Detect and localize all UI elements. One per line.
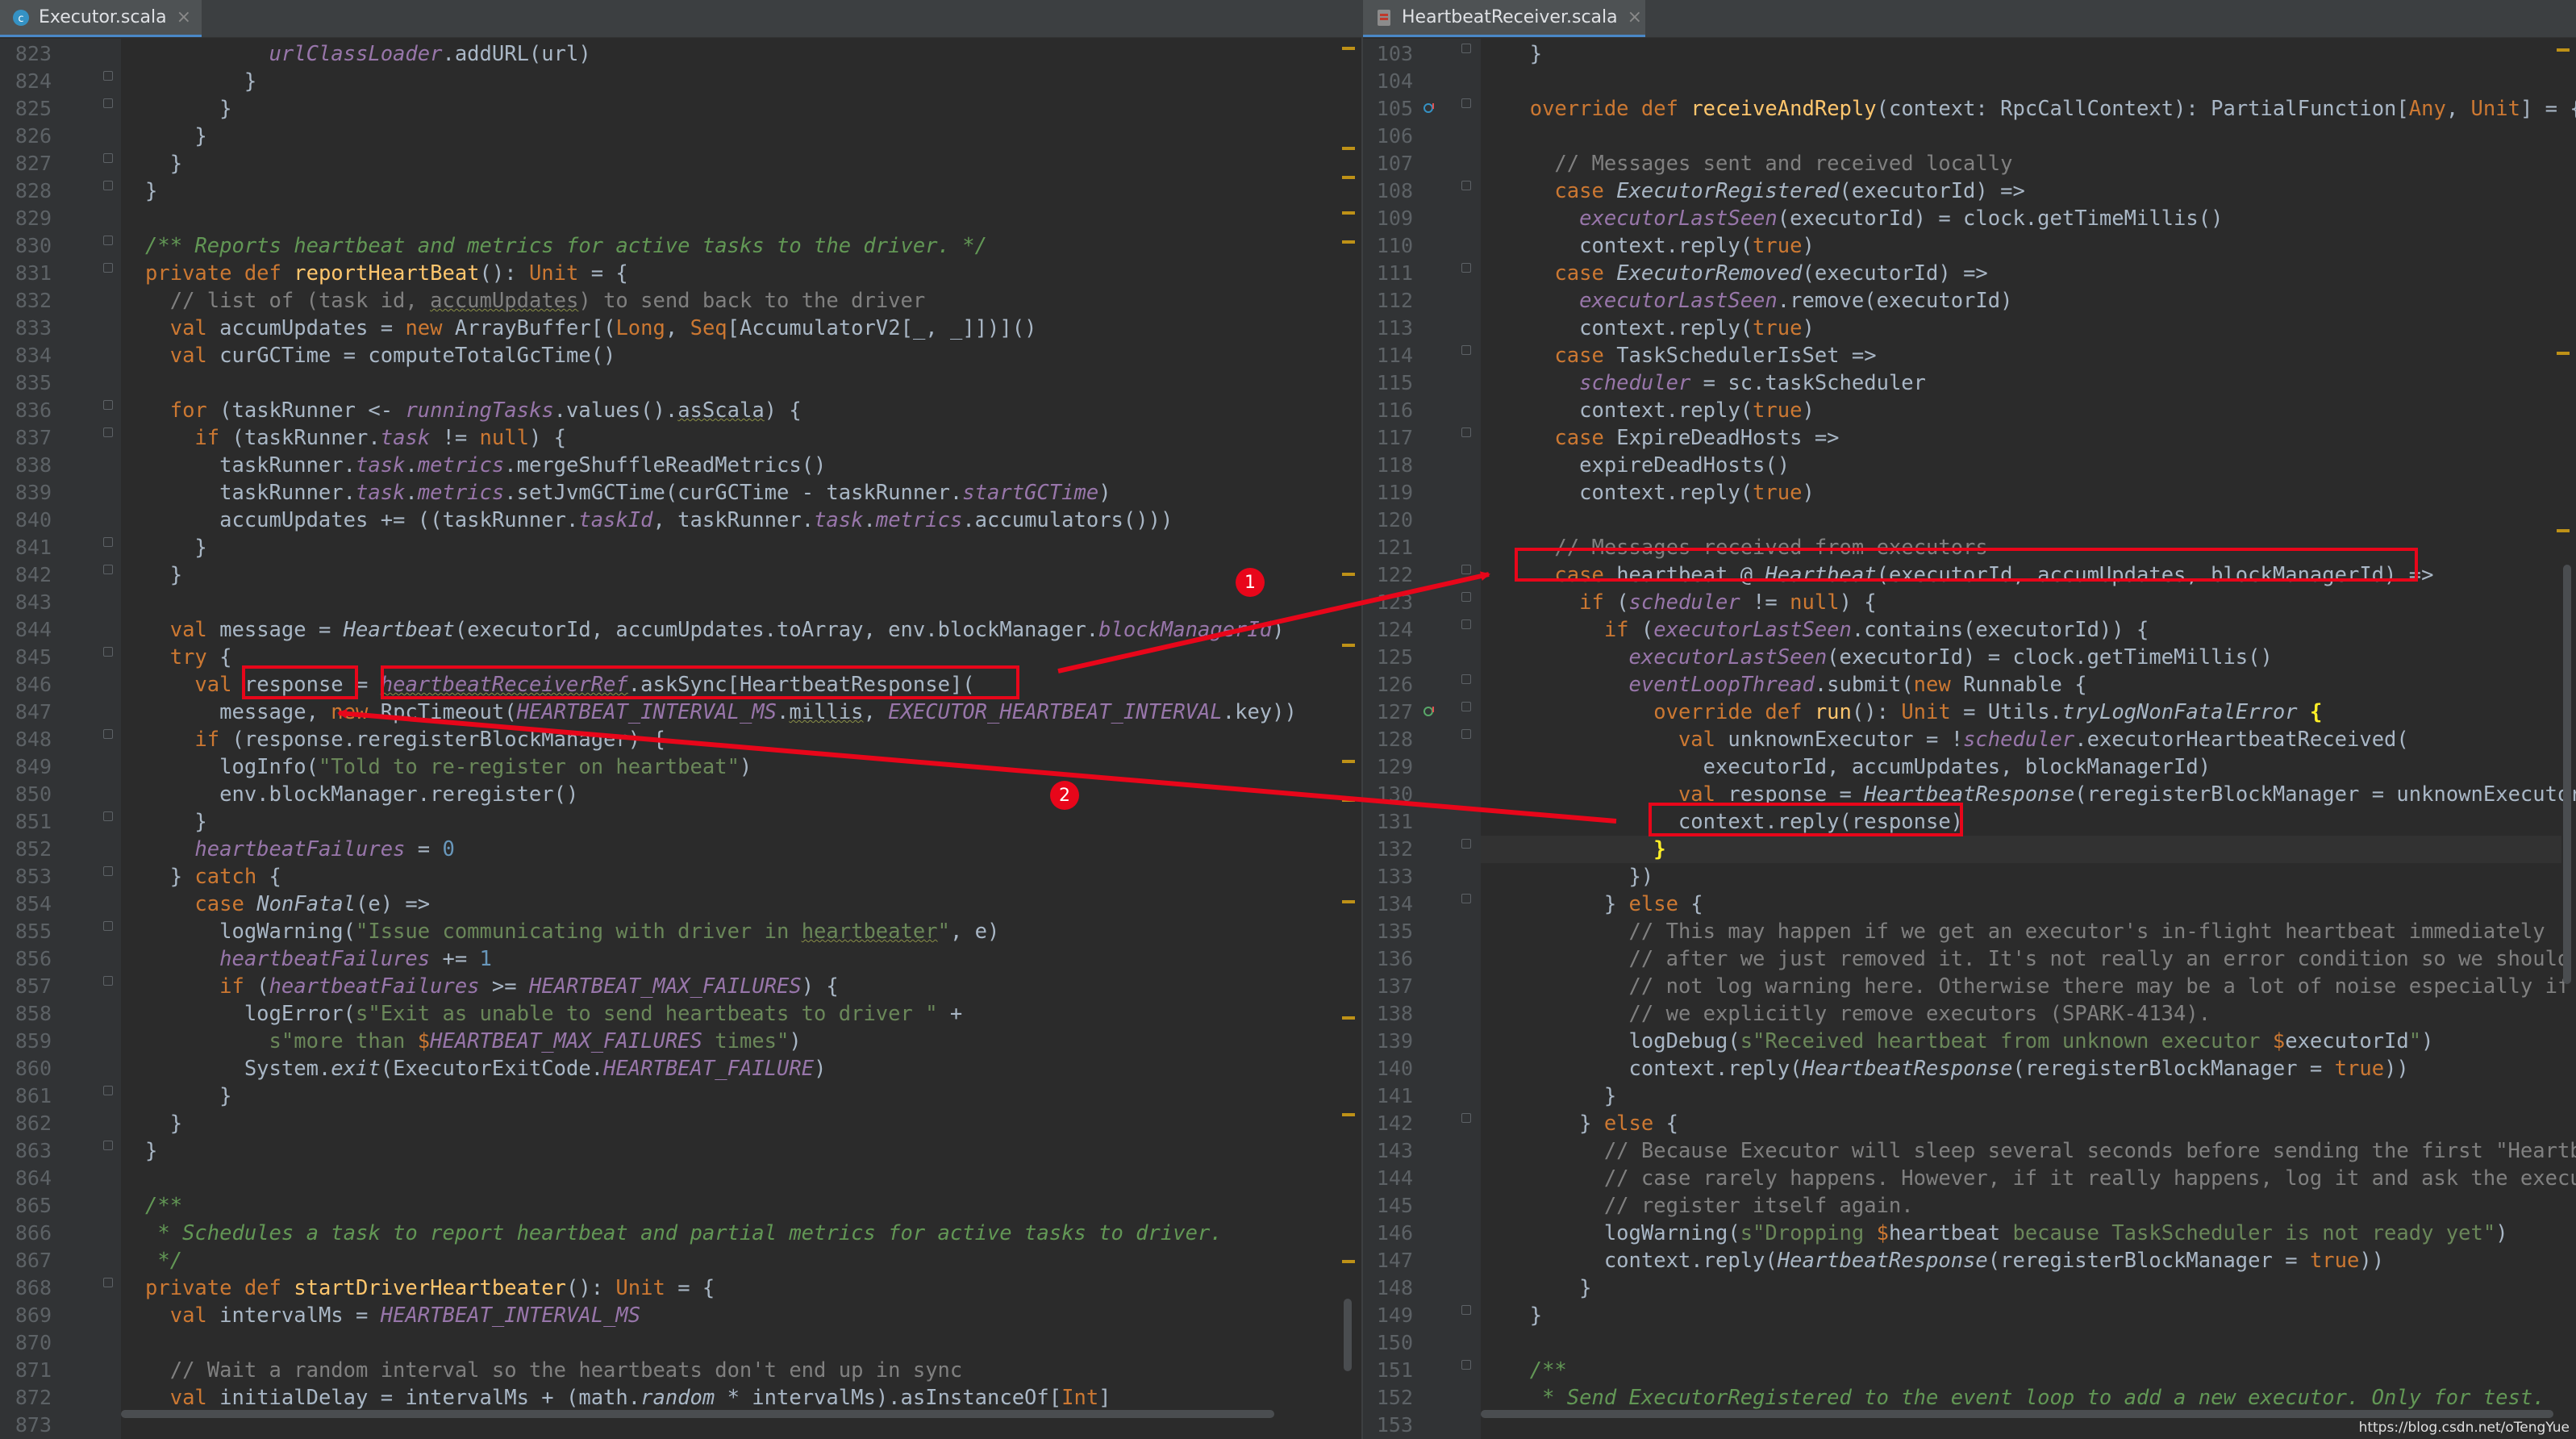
annotation-badge-2: 2 — [1050, 781, 1079, 810]
annotation-arrows — [337, 571, 1617, 824]
arrow-1 — [1057, 571, 1490, 674]
annotation-badge-1: 1 — [1236, 568, 1265, 597]
arrow-2 — [337, 708, 1617, 824]
watermark-text: https://blog.csdn.net/oTengYue — [2358, 1420, 2570, 1436]
